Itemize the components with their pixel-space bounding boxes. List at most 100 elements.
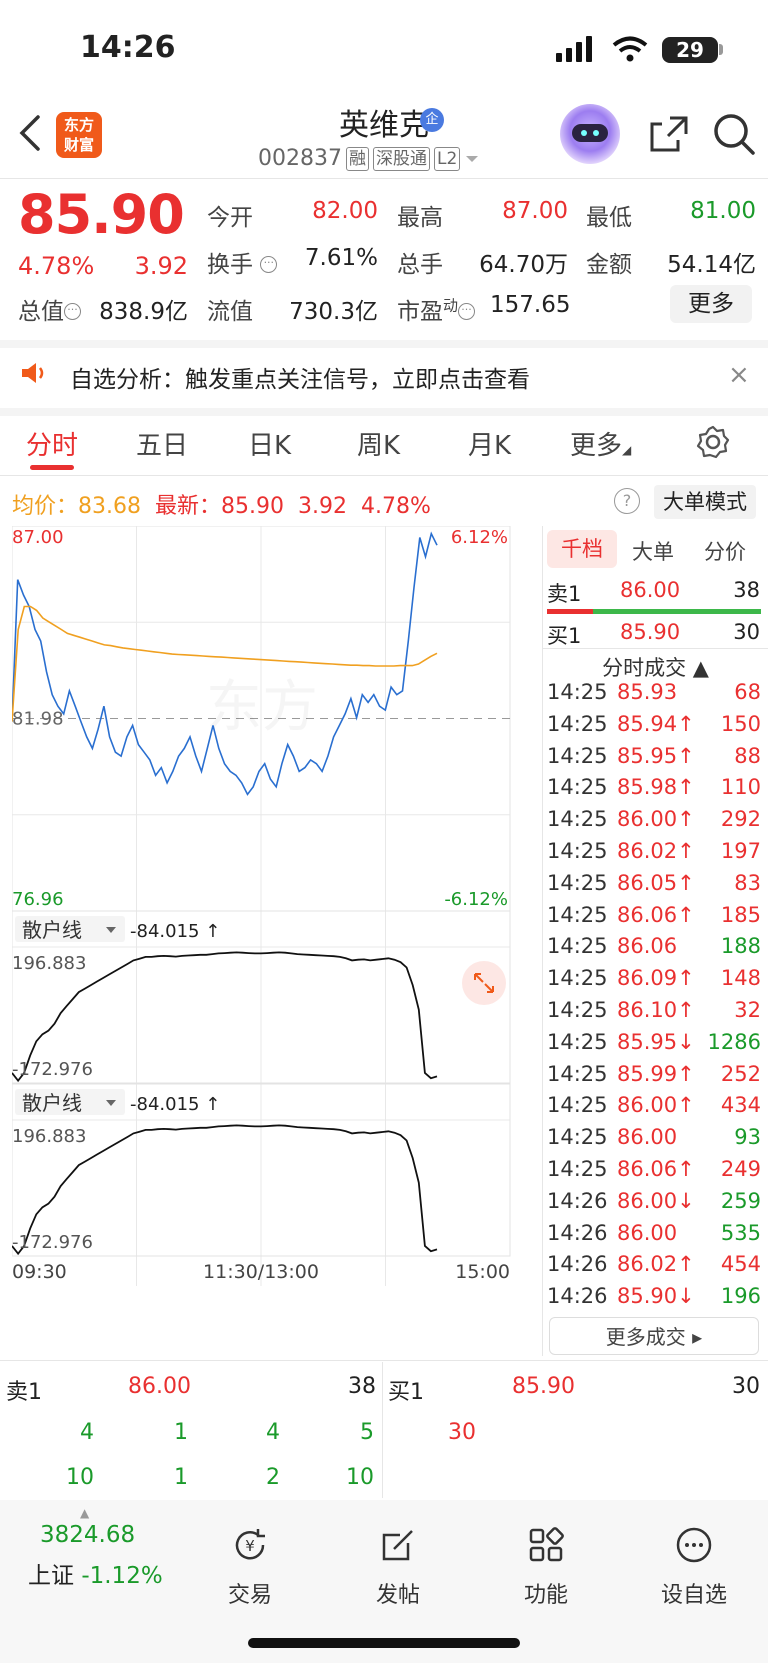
nav-trade[interactable]: ¥ 交易: [200, 1525, 300, 1609]
trade-row: 14:25 85.93 68: [547, 680, 761, 712]
trade-time: 14:25: [547, 1061, 608, 1086]
book-vertical-divider: [382, 1362, 383, 1498]
price-info-row: 均价：83.68 最新：85.90 3.92 4.78%: [12, 494, 431, 519]
panel-vertical-divider: [542, 526, 543, 1356]
mktcap-value: 838.9亿: [99, 299, 188, 325]
more-button[interactable]: 更多: [670, 285, 752, 323]
speaker-icon: [22, 363, 44, 383]
open-label: 今开: [207, 205, 253, 231]
trade-time: 14:26: [547, 1188, 608, 1213]
mktcap-label[interactable]: 总值 ···: [18, 292, 81, 326]
trade-price: 85.95↑: [617, 743, 695, 768]
volume-label: 总手: [397, 252, 443, 278]
bid-queue-item: 30: [448, 1420, 476, 1445]
trade-volume: 252: [720, 1061, 761, 1086]
big-order-mode-button[interactable]: 大单模式: [654, 485, 756, 519]
search-icon[interactable]: [712, 112, 756, 156]
trade-row: 14:25 85.99↑ 252: [547, 1062, 761, 1094]
trade-row: 14:25 86.00↑ 292: [547, 807, 761, 839]
trade-volume: 88: [734, 743, 761, 768]
share-icon[interactable]: [648, 114, 690, 154]
trade-row: 14:25 86.00↑ 434: [547, 1093, 761, 1125]
tab-underline: [30, 465, 74, 470]
pct-top-label: 6.12%: [451, 527, 508, 548]
trade-row: 14:25 86.00 93: [547, 1125, 761, 1157]
ask-queue-item: 2: [266, 1465, 280, 1490]
trade-time: 14:25: [547, 1125, 608, 1150]
trade-price: 86.00↑: [617, 1093, 695, 1118]
gear-icon[interactable]: [696, 425, 730, 459]
index-value[interactable]: 3824.68: [40, 1522, 135, 1548]
trade-row: 14:26 86.02↑ 454: [547, 1252, 761, 1284]
enterprise-badge: 企: [420, 108, 444, 132]
trade-price: 85.95↓: [617, 1029, 695, 1054]
assistant-face: [572, 124, 608, 142]
x-label-open: 09:30: [12, 1261, 67, 1283]
bid-ratio-bar: [593, 609, 761, 614]
watermark-logo: 东方: [206, 675, 318, 740]
info-dots-icon: ···: [260, 256, 278, 273]
time-sales-title[interactable]: 分时成交 ▲: [543, 652, 768, 682]
ask-queue-item: 4: [266, 1420, 280, 1445]
pe-value: 157.65: [490, 292, 571, 318]
close-icon[interactable]: ×: [728, 360, 750, 390]
trade-volume: 535: [720, 1220, 761, 1245]
trade-price: 86.00: [617, 1125, 678, 1150]
info-dots-icon: ···: [458, 303, 476, 320]
tab-big-order[interactable]: 大单: [632, 536, 674, 566]
trade-row: 14:25 85.94↑ 150: [547, 712, 761, 744]
svg-text:¥: ¥: [245, 1537, 255, 1555]
sub-indicator-name: 散户线: [22, 1091, 82, 1115]
trade-volume: 68: [734, 680, 761, 704]
panel-divider: [543, 648, 768, 649]
index-ticker[interactable]: 上证 -1.12%: [28, 1556, 163, 1590]
help-icon[interactable]: ?: [614, 488, 640, 514]
trade-price: 86.00: [617, 1220, 678, 1245]
banner-text[interactable]: 自选分析：触发重点关注信号，立即点击查看: [70, 360, 530, 394]
price-series-line: [12, 531, 438, 796]
header-divider: [0, 178, 768, 179]
nav-add-watchlist[interactable]: 设自选: [644, 1525, 744, 1609]
tab-daily-k[interactable]: 日K: [248, 425, 291, 462]
trade-row: 14:25 85.98↑ 110: [547, 775, 761, 807]
trade-time: 14:25: [547, 966, 608, 991]
book-bid-label: 买1: [388, 1380, 424, 1405]
tab-depth[interactable]: 千档: [547, 530, 617, 568]
ask-queue-item: 1: [174, 1420, 188, 1445]
index-name: 上证: [28, 1563, 74, 1589]
trade-row: 14:25 86.09↑ 148: [547, 966, 761, 998]
stock-code-row[interactable]: 002837 融 深股通 L2: [258, 146, 480, 171]
tab-weekly-k[interactable]: 周K: [357, 425, 400, 462]
expand-caret-icon[interactable]: ▲: [80, 1506, 89, 1520]
avg-price: 83.68: [78, 494, 141, 519]
sub-top-label: 196.883: [12, 1126, 86, 1147]
tab-five-day[interactable]: 五日: [136, 425, 188, 462]
trade-volume: 110: [720, 775, 761, 800]
trade-volume: 93: [734, 1125, 761, 1150]
trade-volume: 150: [720, 711, 761, 736]
trade-row: 14:26 86.00 535: [547, 1221, 761, 1253]
nav-post[interactable]: 发帖: [348, 1525, 448, 1609]
x-label-close: 15:00: [455, 1261, 510, 1283]
battery-icon: 29: [662, 37, 718, 63]
pct-bottom-label: -6.12%: [444, 889, 508, 910]
trade-price: 86.06↑: [617, 902, 695, 927]
trade-volume: 1286: [707, 1029, 761, 1054]
more-trades-button[interactable]: 更多成交 ▸: [549, 1317, 759, 1355]
tab-price-dist[interactable]: 分价: [704, 536, 746, 566]
latest-price: 85.90: [221, 494, 284, 519]
nav-functions[interactable]: 功能: [496, 1525, 596, 1609]
tab-intraday[interactable]: 分时: [26, 425, 78, 462]
trade-row: 14:25 86.02↑ 197: [547, 839, 761, 871]
amount-value: 54.14亿: [667, 252, 756, 278]
turnover-label[interactable]: 换手 ···: [207, 245, 278, 279]
trade-row: 14:26 85.90↓ 196: [547, 1284, 761, 1316]
tab-monthly-k[interactable]: 月K: [468, 425, 511, 462]
trade-time: 14:25: [547, 743, 608, 768]
tab-more[interactable]: 更多◢: [570, 425, 631, 462]
tag-l2: L2: [433, 146, 461, 171]
pe-label[interactable]: 市盈动 ···: [397, 292, 476, 326]
book-bid-volume: 30: [732, 1374, 760, 1399]
intraday-chart[interactable]: 东方 87.00 6.12% 81.98 76.96 -6.12% 散户线 -84.015 ↑…: [12, 526, 542, 1286]
trade-time: 14:25: [547, 775, 608, 800]
